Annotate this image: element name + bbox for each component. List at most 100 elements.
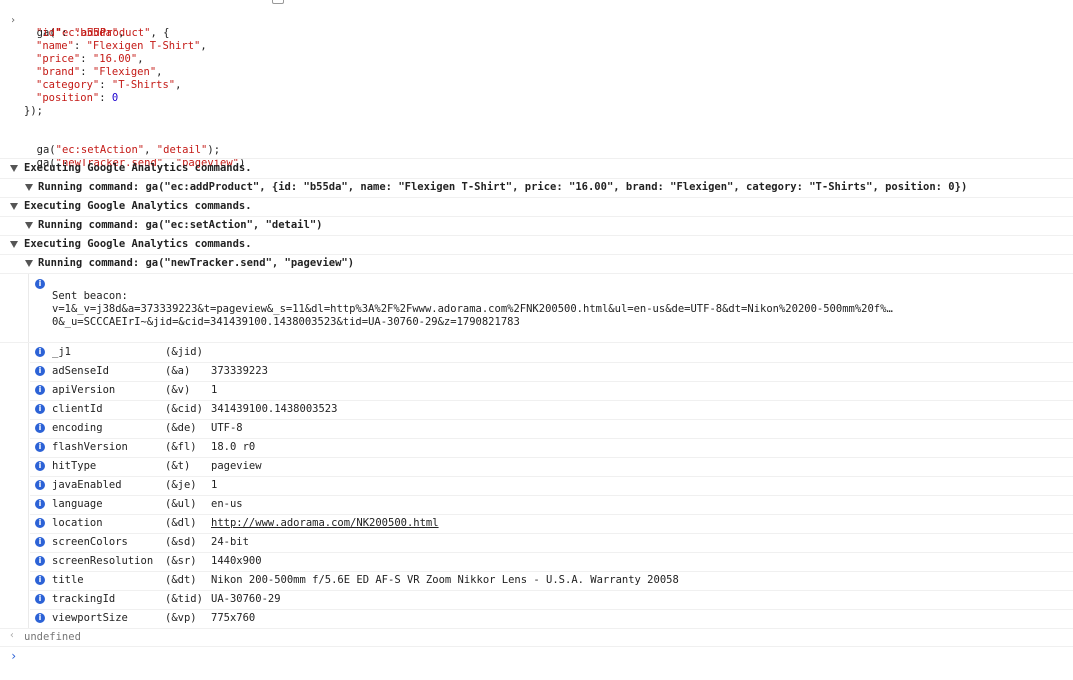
- code-key: "name": [36, 40, 74, 52]
- info-icon: i: [35, 347, 45, 357]
- preserve-log-checkbox[interactable]: [272, 0, 284, 4]
- field-row: i location (&dl) http://www.adorama.com/NK2…: [0, 514, 1073, 533]
- field-name: adSenseId: [52, 365, 109, 377]
- field-row: i apiVersion (&v) 1: [0, 381, 1073, 400]
- field-param: (&je): [165, 479, 197, 491]
- command-text: Running command: ga("ec:setAction", "det…: [38, 219, 323, 231]
- field-row: i title (&dt) Nikon 200-500mm f/5.6E ED AF-…: [0, 571, 1073, 590]
- result-value: undefined: [24, 631, 81, 643]
- field-row: i viewportSize (&vp) 775x760: [0, 609, 1073, 628]
- expand-triangle-icon[interactable]: [25, 222, 33, 229]
- field-param: (&tid): [165, 593, 203, 605]
- code-value: "16.00": [92, 53, 138, 65]
- info-icon: i: [35, 385, 45, 395]
- field-value: 1440x900: [211, 555, 262, 567]
- field-value: 18.0 r0: [211, 441, 256, 453]
- code-key: "brand": [36, 66, 81, 78]
- log-command-header[interactable]: Running command: ga("ec:setAction", "det…: [0, 216, 1073, 235]
- group-title: Executing Google Analytics commands.: [24, 238, 252, 250]
- field-row: i screenColors (&sd) 24-bit: [0, 533, 1073, 552]
- field-value: 1: [211, 384, 218, 396]
- field-name: apiVersion: [52, 384, 116, 396]
- expand-triangle-icon[interactable]: [10, 241, 18, 248]
- field-name: viewportSize: [52, 612, 128, 624]
- field-name: encoding: [52, 422, 103, 434]
- field-value: 1: [211, 479, 218, 491]
- code-value: 0: [111, 92, 119, 104]
- field-param: (&dt): [165, 574, 197, 586]
- field-param: (&jid): [165, 346, 203, 358]
- group-title: Executing Google Analytics commands.: [24, 200, 252, 212]
- field-row: i _j1 (&jid): [0, 343, 1073, 362]
- field-row: i trackingId (&tid) UA-30760-29: [0, 590, 1073, 609]
- field-row: i javaEnabled (&je) 1: [0, 476, 1073, 495]
- beacon-label: Sent beacon:: [52, 290, 128, 302]
- expand-triangle-icon[interactable]: [10, 203, 18, 210]
- info-icon: i: [35, 442, 45, 452]
- info-icon: i: [35, 613, 45, 623]
- info-icon: i: [35, 423, 45, 433]
- field-name: screenResolution: [52, 555, 154, 567]
- field-param: (&dl): [165, 517, 197, 529]
- code-token: , {: [150, 27, 170, 39]
- info-icon: i: [35, 499, 45, 509]
- code-key: "position": [36, 92, 100, 104]
- field-param: (&t): [165, 460, 191, 472]
- code-colon: :: [80, 66, 93, 78]
- log-group-header[interactable]: Executing Google Analytics commands.: [0, 159, 1073, 178]
- info-icon: i: [35, 537, 45, 547]
- code-prop-line: "category": "T-Shirts",: [36, 79, 181, 92]
- code-prop-line: "price": "16.00",: [36, 53, 144, 66]
- field-param: (&de): [165, 422, 197, 434]
- code-colon: :: [80, 53, 93, 65]
- code-colon: :: [99, 92, 112, 104]
- code-key: "id": [36, 27, 62, 39]
- info-icon: i: [35, 366, 45, 376]
- info-icon: i: [35, 461, 45, 471]
- code-colon: :: [73, 40, 87, 52]
- log-command-header[interactable]: Running command: ga("ec:addProduct", {id…: [0, 178, 1073, 197]
- field-value: UTF-8: [211, 422, 243, 434]
- field-param: (&fl): [165, 441, 197, 453]
- code-prop-line: "position": 0: [36, 92, 118, 105]
- info-icon: i: [35, 556, 45, 566]
- field-name: javaEnabled: [52, 479, 122, 491]
- console-input[interactable]: ›: [0, 647, 1073, 680]
- info-icon: i: [35, 279, 45, 289]
- code-comma: ,: [156, 66, 163, 78]
- info-icon: i: [35, 404, 45, 414]
- field-value: pageview: [211, 460, 262, 472]
- result-row: ‹ undefined: [0, 628, 1073, 646]
- expand-triangle-icon[interactable]: [25, 260, 33, 267]
- field-row: i clientId (&cid) 341439100.1438003523: [0, 400, 1073, 419]
- log-group-header[interactable]: Executing Google Analytics commands.: [0, 235, 1073, 254]
- code-key: "price": [36, 53, 81, 65]
- beacon-url-line[interactable]: v=1&_v=j38d&a=373339223&t=pageview&_s=11…: [52, 303, 893, 316]
- field-name: language: [52, 498, 103, 510]
- code-prop-line: "brand": "Flexigen",: [36, 66, 162, 79]
- result-arrow-icon: ‹: [9, 630, 16, 641]
- expand-triangle-icon[interactable]: [10, 165, 18, 172]
- field-row: i language (&ul) en-us: [0, 495, 1073, 514]
- field-param: (&sr): [165, 555, 197, 567]
- log-command-header[interactable]: Running command: ga("newTracker.send", "…: [0, 254, 1073, 273]
- field-name: title: [52, 574, 84, 586]
- beacon-url-line[interactable]: 0&_u=SCCCAEIrI~&jid=&cid=341439100.14380…: [52, 316, 520, 329]
- field-name: trackingId: [52, 593, 116, 605]
- field-param: (&a): [165, 365, 191, 377]
- group-title: Executing Google Analytics commands.: [24, 162, 252, 174]
- toolbar-strip: [0, 0, 1073, 6]
- log-group-header[interactable]: Executing Google Analytics commands.: [0, 197, 1073, 216]
- field-link[interactable]: http://www.adorama.com/NK200500.html: [211, 517, 439, 530]
- code-comma: ,: [118, 27, 125, 39]
- input-prompt-icon: ›: [10, 15, 17, 26]
- field-name: hitType: [52, 460, 97, 472]
- field-row: i hitType (&t) pageview: [0, 457, 1073, 476]
- code-line-close: });: [24, 105, 43, 117]
- expand-triangle-icon[interactable]: [25, 184, 33, 191]
- command-text: Running command: ga("ec:addProduct", {id…: [38, 181, 968, 193]
- field-row: i flashVersion (&fl) 18.0 r0: [0, 438, 1073, 457]
- code-key: "category": [36, 79, 100, 91]
- field-param: (&cid): [165, 403, 203, 415]
- field-name: flashVersion: [52, 441, 128, 453]
